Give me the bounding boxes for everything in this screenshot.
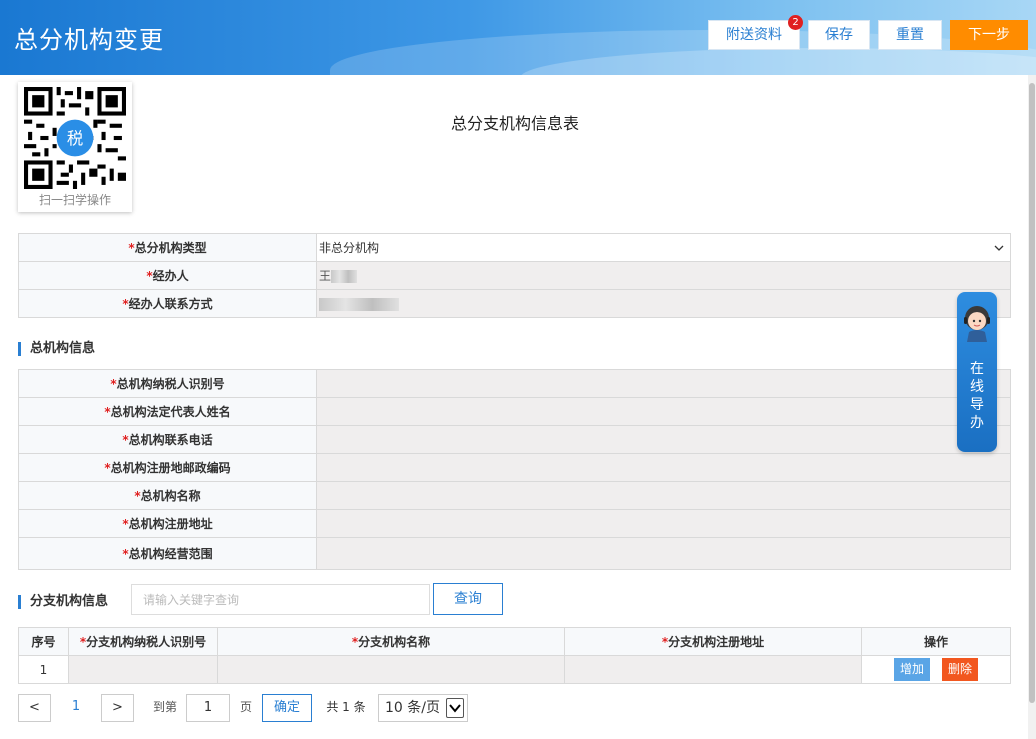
hq-postcode-field[interactable] xyxy=(316,453,1011,482)
attach-docs-button[interactable]: 附送资料 2 xyxy=(708,15,803,50)
branch-address-cell[interactable] xyxy=(564,655,862,684)
column-header: 序号 xyxy=(18,627,69,656)
online-guide-widget[interactable]: 在线导办 xyxy=(957,292,997,452)
online-guide-label: 在线导办 xyxy=(970,361,984,431)
redacted-text xyxy=(331,270,358,283)
reset-button[interactable]: 重置 xyxy=(878,20,942,50)
table-row: *经办人 王 xyxy=(18,261,1011,290)
branch-name-cell[interactable] xyxy=(217,655,565,684)
table-row: *总机构注册地址 xyxy=(18,509,1011,538)
branch-type-value: 非总分机构 xyxy=(319,241,380,255)
field-label: *总分机构类型 xyxy=(18,233,317,262)
column-header: *分支机构名称 xyxy=(217,627,565,656)
row-index: 1 xyxy=(18,655,69,684)
column-header: *分支机构纳税人识别号 xyxy=(68,627,218,656)
hq-address-field[interactable] xyxy=(316,509,1011,538)
hq-info-table: *总机构纳税人识别号 *总机构法定代表人姓名 *总机构联系电话 *总机构注册地邮… xyxy=(18,369,1011,570)
field-label: *总机构注册地址 xyxy=(18,509,317,538)
chevron-down-icon xyxy=(994,245,1004,251)
table-header-row: 序号 *分支机构纳税人识别号 *分支机构名称 *分支机构注册地址 操作 xyxy=(18,627,1011,656)
column-header: 操作 xyxy=(861,627,1011,656)
attach-count-badge: 2 xyxy=(788,15,803,30)
branch-type-select[interactable]: 非总分机构 xyxy=(316,233,1011,262)
add-row-button[interactable]: 增加 xyxy=(893,658,930,681)
field-label: *经办人 xyxy=(18,261,317,290)
column-header: *分支机构注册地址 xyxy=(564,627,862,656)
search-button[interactable]: 查询 xyxy=(433,583,503,615)
basic-info-table: *总分机构类型 非总分机构 *经办人 王 *经办人联系方式 xyxy=(18,233,1011,318)
page-header: 总分机构变更 附送资料 2 保存 重置 下一步 xyxy=(0,0,1036,75)
hq-phone-field[interactable] xyxy=(316,425,1011,454)
next-step-button[interactable]: 下一步 xyxy=(950,20,1028,50)
qr-code-label: 扫一扫学操作 xyxy=(38,193,111,207)
handler-name-field[interactable]: 王 xyxy=(316,261,1011,290)
hq-taxpayer-id-field[interactable] xyxy=(316,369,1011,398)
attach-docs-label: 附送资料 xyxy=(726,27,782,43)
total-count: 共 1 条 xyxy=(326,700,366,714)
row-actions: 增加 删除 xyxy=(861,655,1011,684)
branch-table: 序号 *分支机构纳税人识别号 *分支机构名称 *分支机构注册地址 操作 1 增加… xyxy=(18,627,1011,684)
page-size-select[interactable]: 10 条/页 xyxy=(378,694,468,722)
table-row: *总机构注册地邮政编码 xyxy=(18,453,1011,482)
prev-page-button[interactable]: < xyxy=(18,694,51,722)
page-size-value: 10 条/页 xyxy=(385,700,440,716)
scrollbar-thumb[interactable] xyxy=(1029,83,1035,703)
save-button[interactable]: 保存 xyxy=(808,20,870,50)
branch-search-input[interactable] xyxy=(131,584,430,615)
hq-section-title: 总机构信息 xyxy=(18,342,95,356)
table-row: *总机构联系电话 xyxy=(18,425,1011,454)
field-label: *总机构注册地邮政编码 xyxy=(18,453,317,482)
field-label: *总机构联系电话 xyxy=(18,425,317,454)
goto-prefix: 到第 xyxy=(152,700,177,714)
table-row: *经办人联系方式 xyxy=(18,289,1011,318)
page-scrollbar[interactable] xyxy=(1028,75,1036,739)
table-row: *总机构纳税人识别号 xyxy=(18,369,1011,398)
hq-name-field[interactable] xyxy=(316,481,1011,510)
current-page-number[interactable]: 1 xyxy=(62,694,90,722)
field-label: *总机构经营范围 xyxy=(18,537,317,570)
table-row: *总机构经营范围 xyxy=(18,537,1011,570)
hq-legal-rep-field[interactable] xyxy=(316,397,1011,426)
table-row: *总机构名称 xyxy=(18,481,1011,510)
table-row: *总分机构类型 非总分机构 xyxy=(18,233,1011,262)
next-page-button[interactable]: > xyxy=(101,694,134,722)
page-title: 总分机构变更 xyxy=(14,26,164,54)
customer-service-avatar-icon xyxy=(964,306,990,342)
field-label: *总机构名称 xyxy=(18,481,317,510)
form-title: 总分支机构信息表 xyxy=(450,114,579,133)
delete-row-button[interactable]: 删除 xyxy=(942,658,979,681)
branch-tax-id-cell[interactable] xyxy=(68,655,218,684)
hq-business-scope-field[interactable] xyxy=(316,537,1011,570)
field-label: *总机构纳税人识别号 xyxy=(18,369,317,398)
handler-contact-field[interactable] xyxy=(316,289,1011,318)
field-label: *总机构法定代表人姓名 xyxy=(18,397,317,426)
goto-suffix: 页 xyxy=(239,700,252,714)
branch-section-title: 分支机构信息 xyxy=(18,595,108,609)
table-row: *总机构法定代表人姓名 xyxy=(18,397,1011,426)
field-label: *经办人联系方式 xyxy=(18,289,317,318)
dropdown-toggle[interactable] xyxy=(446,698,464,718)
chevron-down-icon xyxy=(449,704,461,713)
goto-confirm-button[interactable]: 确定 xyxy=(262,694,312,722)
qr-code-icon: 税 xyxy=(24,87,126,189)
handler-name-value: 王 xyxy=(319,269,332,283)
qr-code-card: 税 扫一扫学操作 xyxy=(18,82,132,212)
goto-page-input[interactable]: 1 xyxy=(186,694,230,722)
redacted-text xyxy=(319,297,399,311)
table-row: 1 增加 删除 xyxy=(18,655,1011,684)
